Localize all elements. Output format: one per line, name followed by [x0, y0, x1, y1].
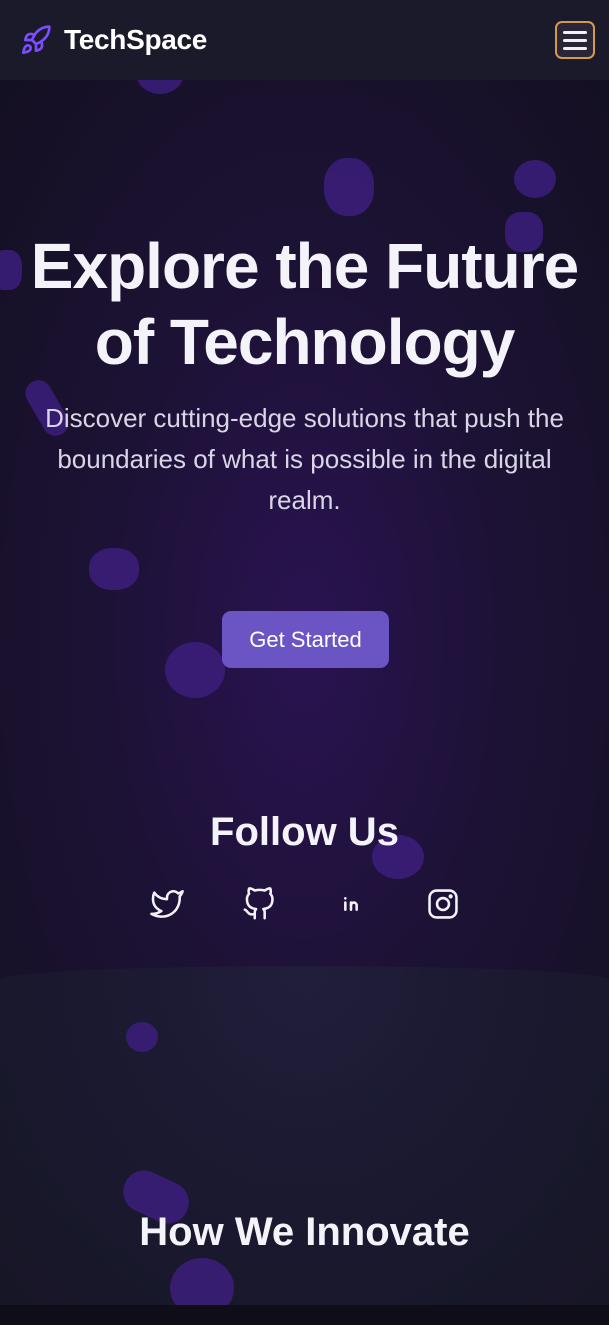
hamburger-menu-icon [563, 30, 587, 34]
linkedin-icon [343, 896, 358, 911]
innovate-section: How We Innovate [0, 966, 609, 1306]
hero-section: Explore the Future of Technology Discove… [0, 80, 609, 985]
github-icon [243, 886, 274, 919]
decorative-blob [170, 1258, 234, 1306]
brand-logo[interactable]: TechSpace [20, 24, 207, 56]
page: TechSpace Explore the Future of Technolo… [0, 0, 609, 1325]
decorative-blob [89, 548, 139, 590]
github-link[interactable] [240, 885, 277, 922]
instagram-link[interactable] [424, 885, 461, 922]
decorative-blob [324, 158, 374, 216]
rocket-icon [22, 25, 51, 54]
hamburger-menu-button[interactable] [555, 21, 595, 59]
decorative-blob [165, 642, 225, 698]
site-header: TechSpace [0, 0, 609, 80]
get-started-button[interactable]: Get Started [222, 611, 389, 668]
instagram-icon [427, 888, 458, 919]
twitter-link[interactable] [148, 885, 185, 922]
brand-name: TechSpace [64, 24, 208, 55]
decorative-blob [126, 1022, 158, 1052]
decorative-blob [136, 80, 184, 94]
linkedin-link[interactable] [332, 885, 369, 922]
social-links [0, 885, 609, 925]
decorative-blob [514, 160, 556, 198]
hero-subtitle: Discover cutting-edge solutions that pus… [45, 403, 564, 515]
section-title: How We Innovate [139, 1210, 470, 1254]
page-bottom-strip [0, 1305, 609, 1325]
twitter-icon [149, 889, 184, 918]
follow-us-heading: Follow Us [210, 810, 399, 854]
hero-title: Explore the Future of Technology [30, 230, 579, 378]
